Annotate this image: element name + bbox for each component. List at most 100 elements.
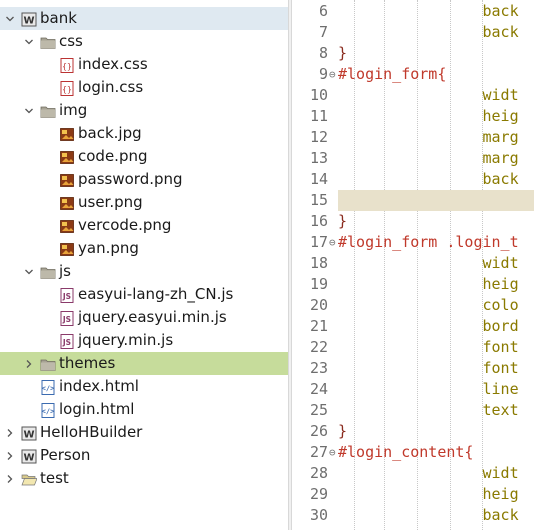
tree-item-vercode-png[interactable]: vercode.png — [0, 214, 288, 237]
tree-item-index-html[interactable]: </> index.html — [0, 375, 288, 398]
chevron-right-icon[interactable] — [4, 444, 16, 467]
code-line[interactable]: heig — [338, 106, 534, 127]
tree-item-yan-png[interactable]: yan.png — [0, 237, 288, 260]
code-line[interactable]: } — [338, 211, 534, 232]
image-file-icon — [59, 195, 75, 210]
tree-item-themes[interactable]: themes — [0, 352, 288, 375]
code-line[interactable]: heig — [338, 274, 534, 295]
js-file-icon: JS — [59, 287, 75, 303]
svg-text:W: W — [23, 453, 34, 464]
tree-item-back-jpg[interactable]: back.jpg — [0, 122, 288, 145]
folder-icon — [40, 34, 56, 49]
code-line[interactable]: marg — [338, 148, 534, 169]
code-line[interactable]: back — [338, 1, 534, 22]
tree-item-label: jquery.easyui.min.js — [78, 308, 227, 326]
svg-text:</>: </> — [42, 385, 55, 393]
code-line[interactable]: widt — [338, 85, 534, 106]
tree-item-label: back.jpg — [78, 124, 142, 142]
svg-text:JS: JS — [62, 315, 71, 324]
code-line[interactable]: font — [338, 337, 534, 358]
chevron-down-icon[interactable] — [4, 7, 16, 30]
chevron-right-icon[interactable] — [4, 421, 16, 444]
line-number: 7 — [318, 23, 328, 41]
tree-item-hellohbuilder[interactable]: W HelloHBuilder — [0, 421, 288, 444]
line-number: 14 — [309, 170, 328, 188]
image-file-icon — [59, 126, 75, 141]
tree-item-label: index.html — [59, 377, 139, 395]
tree-item-label: vercode.png — [78, 216, 172, 234]
tree-item-label: Person — [40, 446, 91, 464]
tree-item-label: easyui-lang-zh_CN.js — [78, 285, 234, 303]
line-number: 17 — [309, 233, 328, 251]
tree-item-jquery-easyui-min-js[interactable]: JS jquery.easyui.min.js — [0, 306, 288, 329]
code-editor[interactable]: 6 7 8 9 ⊖ 10 11 12 13 14 15 16 17 ⊖ 18 19 20 21 22 23 24 25 26… — [292, 0, 534, 530]
project-icon: W — [21, 425, 37, 441]
code-line[interactable]: back — [338, 22, 534, 43]
code-line[interactable]: line — [338, 379, 534, 400]
fold-toggle-icon[interactable]: ⊖ — [329, 442, 338, 463]
tree-item-easyui-lang-zh-cn-js[interactable]: JS easyui-lang-zh_CN.js — [0, 283, 288, 306]
code-line[interactable] — [338, 190, 534, 211]
svg-text:JS: JS — [62, 338, 71, 347]
code-line[interactable]: bord — [338, 316, 534, 337]
code-line[interactable]: } — [338, 421, 534, 442]
css-file-icon: {} — [59, 57, 75, 73]
svg-text:</>: </> — [42, 408, 55, 416]
tree-item-label: jquery.min.js — [78, 331, 174, 349]
chevron-down-icon[interactable] — [23, 30, 35, 53]
line-number: 9 — [318, 65, 328, 83]
svg-text:JS: JS — [62, 292, 71, 301]
code-line[interactable]: #login_content{ — [338, 442, 534, 463]
line-number: 21 — [309, 317, 328, 335]
line-number: 11 — [309, 107, 328, 125]
tree-item-label: login.html — [59, 400, 135, 418]
code-line[interactable]: #login_form{ — [338, 64, 534, 85]
code-line[interactable]: #login_form .login_t — [338, 232, 534, 253]
tree-item-jquery-min-js[interactable]: JS jquery.min.js — [0, 329, 288, 352]
chevron-down-icon[interactable] — [23, 260, 35, 283]
tree-item-css[interactable]: css — [0, 30, 288, 53]
tree-item-test[interactable]: test — [0, 467, 288, 490]
tree-item-label: password.png — [78, 170, 183, 188]
fold-toggle-icon[interactable]: ⊖ — [329, 64, 338, 85]
code-line[interactable]: back — [338, 505, 534, 526]
code-line[interactable]: back — [338, 169, 534, 190]
line-number: 15 — [309, 191, 328, 209]
open-folder-icon — [21, 471, 38, 486]
tree-item-login-html[interactable]: </> login.html — [0, 398, 288, 421]
code-line[interactable]: widt — [338, 253, 534, 274]
fold-toggle-icon[interactable]: ⊖ — [329, 232, 338, 253]
tree-item-user-png[interactable]: user.png — [0, 191, 288, 214]
code-line[interactable]: text — [338, 400, 534, 421]
tree-item-bank[interactable]: Wbank — [0, 7, 288, 30]
chevron-right-icon[interactable] — [23, 352, 35, 375]
code-line[interactable]: } — [338, 43, 534, 64]
tree-item-label: css — [59, 32, 83, 50]
tree-item-index-css[interactable]: {} index.css — [0, 53, 288, 76]
tree-item-js[interactable]: js — [0, 260, 288, 283]
html-file-icon: </> — [40, 379, 56, 395]
project-explorer: Wbank css {} index.css {} login.css img back.jp… — [0, 0, 288, 530]
image-file-icon — [59, 218, 75, 233]
code-line[interactable]: widt — [338, 463, 534, 484]
tree-item-img[interactable]: img — [0, 99, 288, 122]
chevron-down-icon[interactable] — [23, 99, 35, 122]
code-line[interactable]: colo — [338, 295, 534, 316]
css-file-icon: {} — [59, 80, 75, 96]
line-number: 20 — [309, 296, 328, 314]
tree-item-code-png[interactable]: code.png — [0, 145, 288, 168]
code-line[interactable]: marg — [338, 127, 534, 148]
line-number: 22 — [309, 338, 328, 356]
line-number: 13 — [309, 149, 328, 167]
line-number: 25 — [309, 401, 328, 419]
tree-item-login-css[interactable]: {} login.css — [0, 76, 288, 99]
line-number: 30 — [309, 506, 328, 524]
svg-text:W: W — [23, 16, 34, 27]
line-number: 19 — [309, 275, 328, 293]
tree-item-label: index.css — [78, 55, 148, 73]
chevron-right-icon[interactable] — [4, 467, 16, 490]
code-line[interactable]: font — [338, 358, 534, 379]
code-line[interactable]: heig — [338, 484, 534, 505]
tree-item-person[interactable]: W Person — [0, 444, 288, 467]
tree-item-password-png[interactable]: password.png — [0, 168, 288, 191]
